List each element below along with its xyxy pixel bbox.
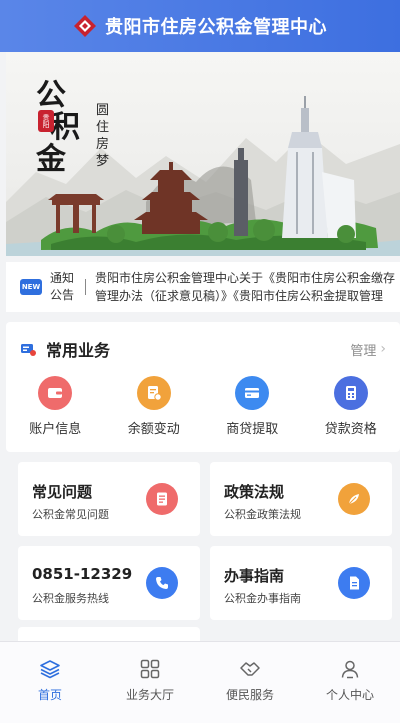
card-title: 常见问题 bbox=[32, 483, 93, 501]
phone-icon bbox=[146, 567, 178, 599]
calligraphy-char: 公 bbox=[36, 78, 66, 113]
notice-label: 通知 公告 bbox=[50, 270, 76, 304]
side-char: 住 bbox=[96, 120, 110, 135]
tab-home[interactable]: 首页 bbox=[0, 642, 100, 723]
services-title: 常用业务 bbox=[46, 341, 111, 360]
side-char: 圆 bbox=[96, 103, 110, 118]
banner-side-text: 圆 住 房 梦 bbox=[96, 102, 112, 170]
tab-label: 首页 bbox=[37, 688, 62, 702]
card-hotline[interactable]: 0851-12329 公积金服务热线 bbox=[18, 546, 200, 620]
card-title: 办事指南 bbox=[224, 567, 285, 585]
service-label: 余额变动 bbox=[127, 422, 180, 437]
banner[interactable]: 公 积 金 贵阳 圆 住 房 梦 bbox=[6, 52, 400, 256]
feather-icon bbox=[338, 483, 370, 515]
notice-label-line1: 通知 bbox=[50, 271, 75, 285]
card-title: 政策法规 bbox=[224, 483, 285, 501]
card-subtitle: 公积金常见问题 bbox=[32, 508, 109, 521]
calligraphy-char: 积 bbox=[50, 110, 80, 145]
service-label: 商贷提取 bbox=[226, 422, 279, 437]
services-card-icon bbox=[21, 344, 36, 356]
app-title: 贵阳市住房公积金管理中心 bbox=[105, 17, 327, 38]
service-account-info[interactable]: 账户信息 bbox=[6, 376, 105, 437]
tab-profile[interactable]: 个人中心 bbox=[300, 642, 400, 723]
card-title: 0851-12329 bbox=[32, 565, 133, 583]
card-subtitle: 公积金服务热线 bbox=[32, 592, 109, 605]
notice-label-line2: 公告 bbox=[50, 288, 75, 302]
tab-label: 个人中心 bbox=[325, 688, 374, 702]
tab-convenience[interactable]: 便民服务 bbox=[200, 642, 300, 723]
common-services-panel: 常用业务 管理 › 账户信息 余额变动 商贷提取 贷款资格 bbox=[6, 322, 400, 452]
card-subtitle: 公积金政策法规 bbox=[224, 508, 301, 521]
notice-bar[interactable]: NEW 通知 公告 贵阳市住房公积金管理中心关于《贵阳市住房公积金缴存管理办法（… bbox=[6, 262, 400, 312]
guide-document-icon bbox=[338, 567, 370, 599]
banner-seal: 贵阳 bbox=[38, 110, 54, 132]
calculator-icon bbox=[333, 376, 368, 410]
wallet-icon bbox=[38, 376, 73, 410]
card-subtitle: 公积金办事指南 bbox=[224, 592, 301, 605]
service-label: 贷款资格 bbox=[324, 422, 377, 437]
notice-divider bbox=[85, 279, 86, 295]
service-commercial-loan-withdraw[interactable]: 商贷提取 bbox=[203, 376, 302, 437]
services-grid: 账户信息 余额变动 商贷提取 贷款资格 bbox=[6, 376, 400, 437]
document-coin-icon bbox=[136, 376, 171, 410]
side-char: 梦 bbox=[96, 154, 110, 169]
tab-label: 业务大厅 bbox=[125, 688, 174, 702]
handshake-icon bbox=[240, 662, 260, 676]
person-icon bbox=[341, 660, 359, 679]
tab-business-hall[interactable]: 业务大厅 bbox=[100, 642, 200, 723]
document-icon bbox=[146, 483, 178, 515]
card-policy[interactable]: 政策法规 公积金政策法规 bbox=[210, 462, 392, 536]
service-label: 账户信息 bbox=[29, 422, 82, 437]
services-header: 常用业务 管理 › bbox=[6, 322, 400, 376]
grid-icon bbox=[140, 659, 160, 679]
new-badge-icon: NEW bbox=[20, 279, 42, 295]
chevron-right-icon: › bbox=[380, 341, 386, 357]
service-balance-change[interactable]: 余额变动 bbox=[105, 376, 204, 437]
calligraphy-char: 金 bbox=[36, 142, 66, 177]
card-faq[interactable]: 常见问题 公积金常见问题 bbox=[18, 462, 200, 536]
manage-button[interactable]: 管理 › bbox=[350, 340, 386, 359]
tab-label: 便民服务 bbox=[225, 688, 274, 702]
diamond-logo-icon bbox=[74, 15, 96, 37]
seal-text: 贵阳 bbox=[42, 114, 50, 128]
layers-icon bbox=[40, 660, 60, 679]
manage-label: 管理 bbox=[350, 343, 377, 359]
notice-text[interactable]: 贵阳市住房公积金管理中心关于《贵阳市住房公积金缴存管理办法（征求意见稿）》《贵阳… bbox=[95, 269, 395, 305]
credit-card-icon bbox=[235, 376, 270, 410]
service-loan-eligibility[interactable]: 贷款资格 bbox=[302, 376, 400, 437]
app-header: 贵阳市住房公积金管理中心 bbox=[0, 0, 400, 52]
side-char: 房 bbox=[96, 137, 110, 152]
card-guide[interactable]: 办事指南 公积金办事指南 bbox=[210, 546, 392, 620]
bottom-tab-bar: 首页 业务大厅 便民服务 个人中心 bbox=[0, 641, 400, 723]
